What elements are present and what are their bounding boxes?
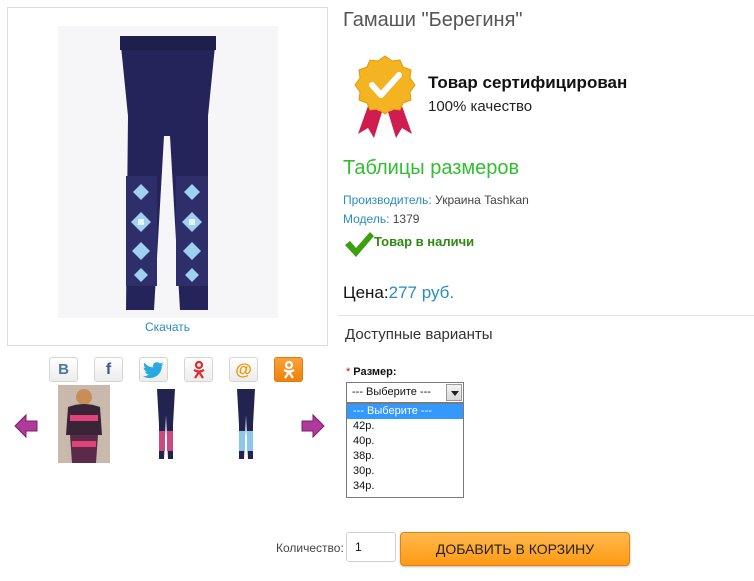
certified-title: Товар сертифицирован xyxy=(428,73,628,92)
certified-subtitle: 100% качество xyxy=(428,98,533,115)
quantity-input[interactable] xyxy=(346,532,396,562)
thumbnail-leggings-blue[interactable] xyxy=(220,385,272,463)
size-option[interactable]: 40р. xyxy=(347,434,463,449)
model-label: Модель: xyxy=(343,212,390,226)
price-value: 277 руб. xyxy=(388,283,455,302)
facebook-icon: f xyxy=(105,360,112,378)
size-option[interactable]: 34р. xyxy=(347,479,463,494)
manufacturer-value: Украина Tashkan xyxy=(435,193,529,207)
vk-share-button[interactable]: B xyxy=(49,357,78,382)
mail-ru-icon: @ xyxy=(235,359,252,379)
thumbnail-model-photo[interactable] xyxy=(58,385,110,463)
size-label: * Размер: xyxy=(346,366,397,378)
size-dropdown-list: --- Выберите --- 42р. 40р. 38р. 30р. 34р… xyxy=(346,403,464,498)
manufacturer-row: Производитель: Украина Tashkan xyxy=(343,193,529,207)
divider xyxy=(338,315,754,316)
download-link[interactable]: Скачать xyxy=(8,320,327,334)
model-row: Модель: 1379 xyxy=(343,212,419,226)
checkmark-icon xyxy=(345,232,374,257)
stock-status-text: Товар в наличи xyxy=(374,234,475,249)
size-select-value: --- Выберите --- xyxy=(352,386,431,398)
product-title: Гамаши "Берегиня" xyxy=(343,9,523,31)
facebook-share-button[interactable]: f xyxy=(94,357,123,382)
size-label-text: Размер: xyxy=(353,366,397,378)
thumbnail-leggings-pink[interactable] xyxy=(140,385,192,463)
certified-badge-icon xyxy=(354,55,416,138)
quantity-label: Количество: xyxy=(276,541,344,555)
price-label: Цена: xyxy=(343,283,389,302)
twitter-icon xyxy=(142,361,164,378)
size-option[interactable]: --- Выберите --- xyxy=(347,404,463,419)
ok-share-button[interactable] xyxy=(274,357,303,382)
vk-icon: B xyxy=(58,361,69,378)
required-mark: * xyxy=(346,366,351,378)
next-arrow-icon[interactable] xyxy=(300,413,326,439)
ok-icon xyxy=(282,360,295,379)
mail-ru-share-button[interactable]: @ xyxy=(229,357,258,382)
add-to-cart-button[interactable]: ДОБАВИТЬ В КОРЗИНУ xyxy=(400,532,630,566)
chevron-down-icon[interactable] xyxy=(446,384,462,401)
size-option[interactable]: 42р. xyxy=(347,419,463,434)
odnoklassniki-share-button[interactable] xyxy=(184,357,213,382)
twitter-share-button[interactable] xyxy=(139,357,168,382)
model-value: 1379 xyxy=(392,212,420,226)
main-product-image-frame[interactable]: Скачать xyxy=(7,7,328,346)
size-option[interactable]: 38р. xyxy=(347,449,463,464)
variants-heading: Доступные варианты xyxy=(345,326,493,343)
size-option[interactable]: 30р. xyxy=(347,464,463,479)
product-photo-leggings[interactable] xyxy=(58,26,278,318)
manufacturer-label[interactable]: Производитель: xyxy=(343,193,432,207)
odnoklassniki-icon xyxy=(192,360,205,379)
size-select[interactable]: --- Выберите --- xyxy=(346,382,464,403)
price: Цена:277 руб. xyxy=(343,283,454,303)
prev-arrow-icon[interactable] xyxy=(13,413,39,439)
size-table-link[interactable]: Таблицы размеров xyxy=(343,157,519,180)
